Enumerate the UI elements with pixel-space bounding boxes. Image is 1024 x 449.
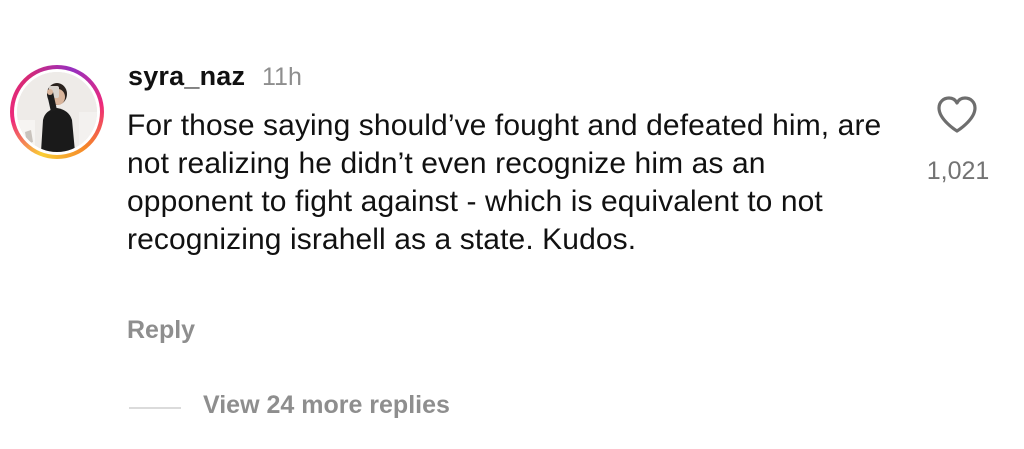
story-ring[interactable]	[10, 65, 104, 159]
replies-divider	[129, 407, 181, 409]
like-button[interactable]	[936, 95, 978, 135]
reply-button[interactable]: Reply	[127, 316, 195, 345]
avatar-gap	[14, 69, 100, 155]
view-more-replies-button[interactable]: View 24 more replies	[203, 391, 450, 420]
like-count: 1,021	[926, 157, 990, 185]
comment-item: syra_naz 11h For those saying should’ve …	[0, 0, 1024, 449]
comment-text: For those saying should’ve fought and de…	[127, 109, 882, 256]
comment-username[interactable]: syra_naz	[128, 61, 245, 92]
heart-icon	[937, 96, 977, 133]
avatar[interactable]	[17, 72, 97, 152]
comment-timestamp: 11h	[262, 63, 302, 91]
avatar-image	[17, 72, 97, 152]
